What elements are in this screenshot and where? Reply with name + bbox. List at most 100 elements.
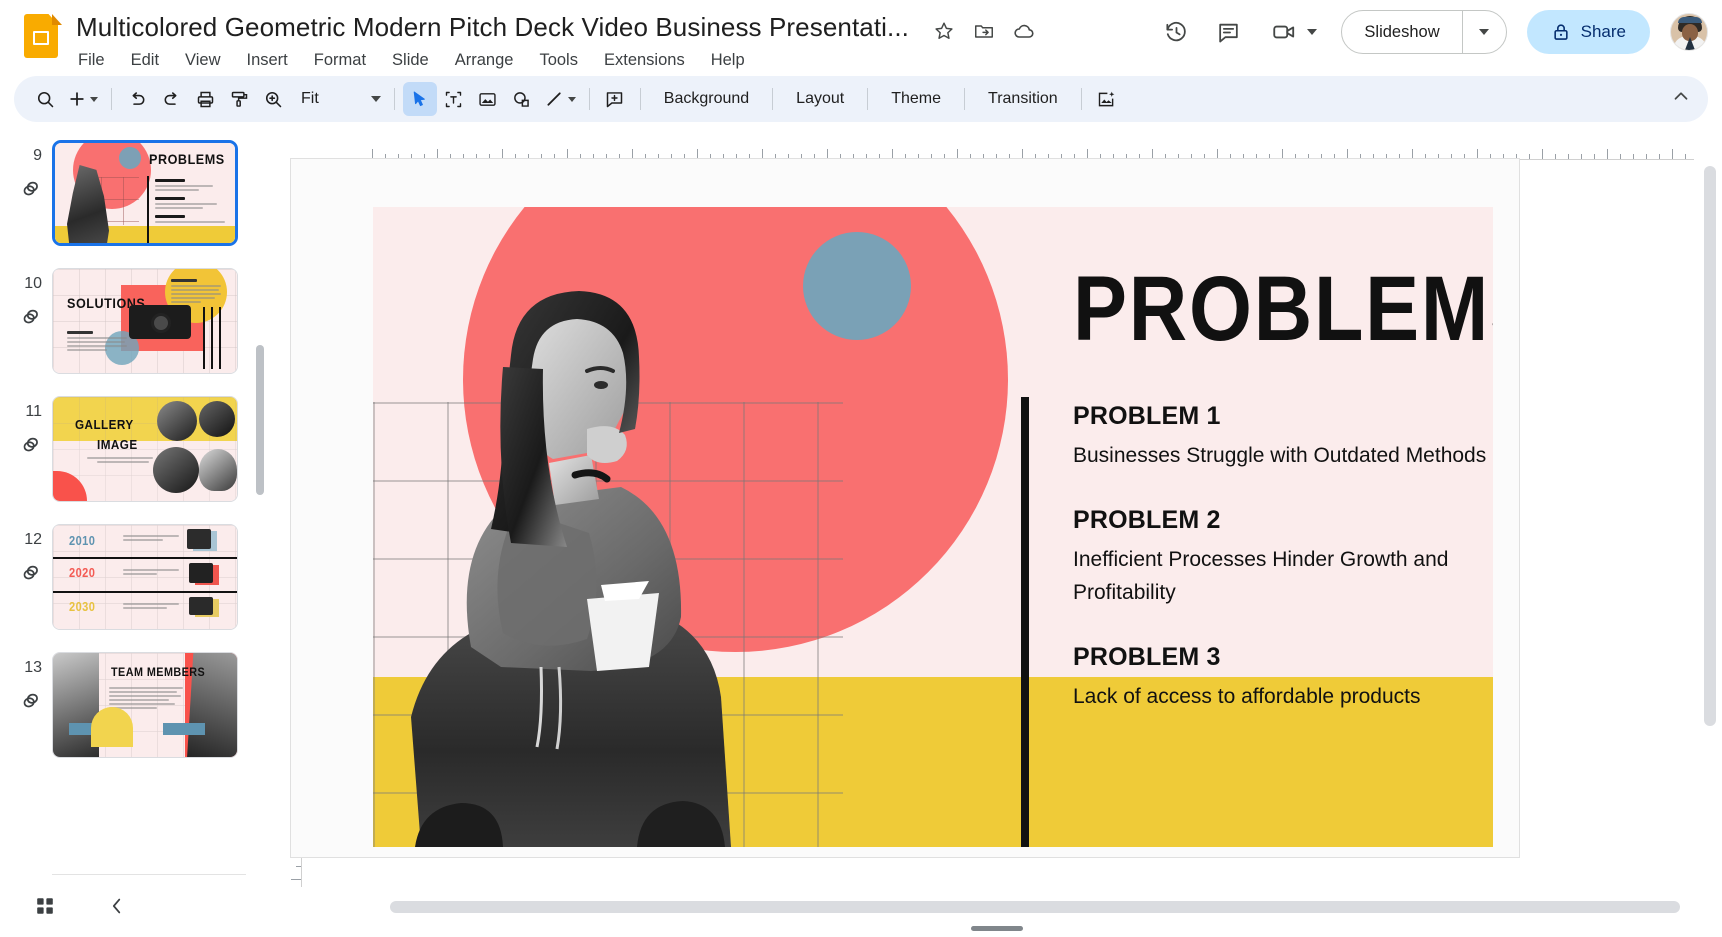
layout-button[interactable]: Layout xyxy=(781,82,859,116)
present-to-meeting-button[interactable] xyxy=(1258,10,1321,54)
list-item[interactable]: 9 PROBLEMS xyxy=(0,140,272,246)
collapse-toolbar-icon[interactable] xyxy=(1670,86,1692,113)
print-icon[interactable] xyxy=(188,82,222,116)
slide-number: 11 xyxy=(10,402,42,422)
horizontal-scrollbar[interactable] xyxy=(390,901,1680,913)
slide-thumbnail-10[interactable]: SOLUTIONS xyxy=(52,268,238,374)
zoom-level-select[interactable]: Fit xyxy=(290,82,386,116)
slide-number: 12 xyxy=(10,530,42,550)
slideshow-button[interactable]: Slideshow xyxy=(1342,11,1461,53)
list-item[interactable]: 13 TEAM MEMBERS xyxy=(0,652,272,758)
undo-icon[interactable] xyxy=(120,82,154,116)
problem-item-3[interactable]: PROBLEM 3 Lack of access to affordable p… xyxy=(1073,643,1493,713)
problem-item-2[interactable]: PROBLEM 2 Inefficient Processes Hinder G… xyxy=(1073,506,1493,609)
problem-description: Lack of access to affordable products xyxy=(1073,680,1493,713)
thumbnail-meta: 10 xyxy=(10,268,52,333)
paint-format-icon[interactable] xyxy=(222,82,256,116)
transition-button[interactable]: Transition xyxy=(973,82,1073,116)
menu-arrange[interactable]: Arrange xyxy=(453,50,516,71)
search-icon[interactable] xyxy=(28,82,62,116)
menu-file[interactable]: File xyxy=(76,50,107,71)
list-item[interactable]: 11 GALLERY IMAGE xyxy=(0,396,272,502)
filmstrip-bottom-bar xyxy=(0,875,272,937)
page-title[interactable]: Multicolored Geometric Modern Pitch Deck… xyxy=(76,10,909,44)
zoom-icon[interactable] xyxy=(256,82,290,116)
toolbar-divider xyxy=(1081,88,1082,110)
teal-circle-shape[interactable] xyxy=(803,232,911,340)
slide-title[interactable]: PROBLEMS xyxy=(1073,257,1493,362)
timeline-year: 2010 xyxy=(69,533,95,548)
share-button[interactable]: Share xyxy=(1527,10,1650,54)
redo-icon[interactable] xyxy=(154,82,188,116)
chevron-down-icon[interactable] xyxy=(371,96,381,102)
slide-thumbnail-13[interactable]: TEAM MEMBERS xyxy=(52,652,238,758)
avatar[interactable] xyxy=(1670,13,1708,51)
panel-resize-handle[interactable] xyxy=(971,926,1023,931)
menu-help[interactable]: Help xyxy=(709,50,747,71)
filmstrip-scrollbar[interactable] xyxy=(256,345,264,495)
menu-tools[interactable]: Tools xyxy=(537,50,580,71)
toolbar-divider xyxy=(964,88,965,110)
present-to-meeting-icon[interactable] xyxy=(1262,10,1306,54)
chevron-down-icon xyxy=(1479,29,1489,35)
background-button[interactable]: Background xyxy=(649,82,764,116)
collapse-filmstrip-icon[interactable] xyxy=(100,889,134,923)
slide-thumbnail-11[interactable]: GALLERY IMAGE xyxy=(52,396,238,502)
slide-thumbnail-12[interactable]: 2010 2020 2030 xyxy=(52,524,238,630)
slide-filmstrip[interactable]: 9 PROBLEMS xyxy=(0,130,272,937)
chevron-down-icon[interactable] xyxy=(1307,29,1317,35)
share-label: Share xyxy=(1581,22,1626,42)
layers-icon xyxy=(20,434,42,461)
list-item[interactable]: 12 2010 2020 2030 xyxy=(0,524,272,630)
text-box-icon[interactable] xyxy=(437,82,471,116)
vertical-divider-bar[interactable] xyxy=(1021,397,1029,847)
slide-page[interactable]: PROBLEMS PROBLEM 1 Businesses Struggle w… xyxy=(290,158,1520,858)
menu-format[interactable]: Format xyxy=(312,50,368,71)
layers-icon xyxy=(20,690,42,717)
thumbnail-meta: 9 xyxy=(10,140,52,205)
toolbar-divider xyxy=(772,88,773,110)
thumbnail-title: TEAM MEMBERS xyxy=(111,665,205,679)
vertical-scrollbar[interactable] xyxy=(1704,166,1716,726)
title-block: Multicolored Geometric Modern Pitch Deck… xyxy=(76,10,909,71)
menu-view[interactable]: View xyxy=(183,50,222,71)
cloud-saved-icon[interactable] xyxy=(1011,18,1037,44)
slideshow-control: Slideshow xyxy=(1341,10,1506,54)
slideshow-dropdown[interactable] xyxy=(1462,11,1506,53)
insert-image-icon[interactable] xyxy=(471,82,505,116)
add-comment-icon[interactable] xyxy=(598,82,632,116)
toolbar-divider xyxy=(640,88,641,110)
select-tool-icon[interactable] xyxy=(403,82,437,116)
chevron-down-icon[interactable] xyxy=(568,97,576,102)
slide-content[interactable]: PROBLEMS PROBLEM 1 Businesses Struggle w… xyxy=(373,207,1493,847)
toolbar: Fit xyxy=(14,76,1708,122)
menu-extensions[interactable]: Extensions xyxy=(602,50,687,71)
menu-bar: File Edit View Insert Format Slide Arran… xyxy=(76,50,909,71)
top-right-actions: Slideshow Share xyxy=(1154,10,1708,54)
move-to-folder-icon[interactable] xyxy=(971,18,997,44)
lock-icon xyxy=(1551,22,1571,42)
shape-icon[interactable] xyxy=(505,82,539,116)
timeline-year: 2020 xyxy=(69,565,95,580)
slide-canvas-area[interactable]: PROBLEMS PROBLEM 1 Businesses Struggle w… xyxy=(272,130,1722,937)
layers-icon xyxy=(20,562,42,589)
star-icon[interactable] xyxy=(931,18,957,44)
menu-insert[interactable]: Insert xyxy=(245,50,290,71)
new-slide-icon[interactable] xyxy=(62,82,103,116)
person-photo[interactable] xyxy=(391,247,811,847)
version-history-icon[interactable] xyxy=(1154,10,1198,54)
slides-icon xyxy=(24,14,62,58)
slide-number: 10 xyxy=(10,274,42,294)
menu-slide[interactable]: Slide xyxy=(390,50,431,71)
comment-icon[interactable] xyxy=(1206,10,1250,54)
thumbnail-meta: 12 xyxy=(10,524,52,589)
problem-item-1[interactable]: PROBLEM 1 Businesses Struggle with Outda… xyxy=(1073,402,1493,472)
ai-image-icon[interactable] xyxy=(1090,82,1124,116)
list-item[interactable]: 10 SOLUTIONS xyxy=(0,268,272,374)
chevron-down-icon[interactable] xyxy=(90,97,98,102)
menu-edit[interactable]: Edit xyxy=(129,50,161,71)
theme-button[interactable]: Theme xyxy=(876,82,956,116)
line-icon[interactable] xyxy=(539,82,581,116)
grid-view-icon[interactable] xyxy=(28,889,62,923)
slide-thumbnail-9[interactable]: PROBLEMS xyxy=(52,140,238,246)
